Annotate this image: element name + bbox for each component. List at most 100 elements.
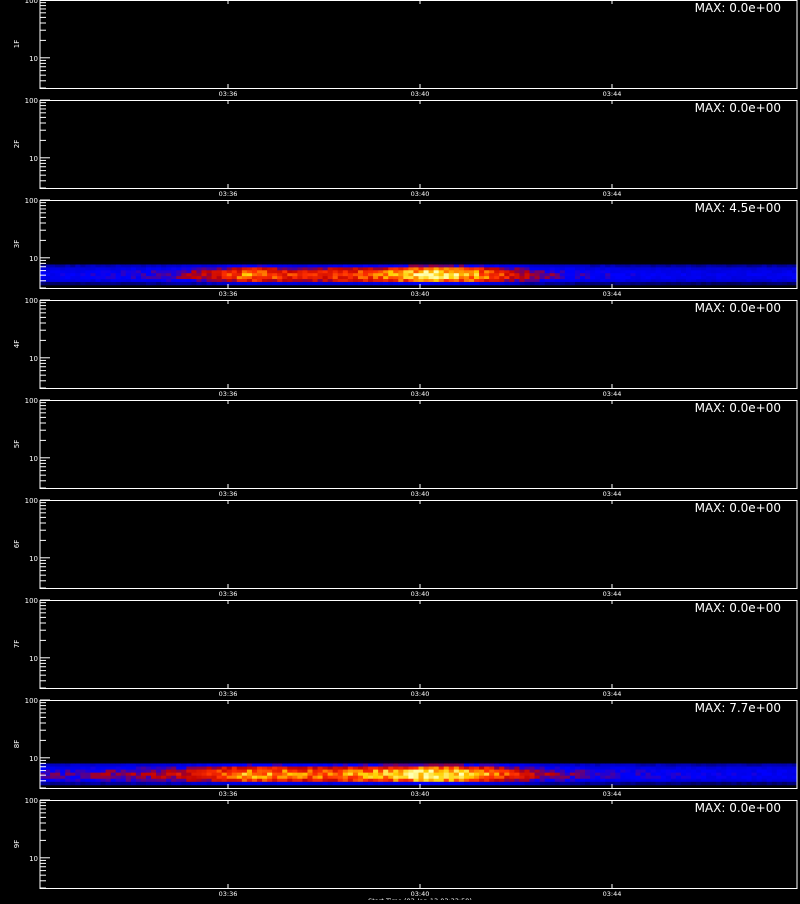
heat-cell bbox=[680, 264, 687, 268]
heat-cell bbox=[645, 261, 652, 265]
heat-cell bbox=[55, 261, 61, 265]
heat-cell bbox=[711, 281, 717, 286]
heat-cell bbox=[504, 279, 510, 283]
heat-cell bbox=[262, 766, 268, 770]
heat-cell bbox=[529, 781, 535, 786]
heat-cell bbox=[771, 778, 778, 783]
heat-cell bbox=[539, 766, 546, 770]
heat-cell bbox=[468, 766, 475, 770]
heat-cell bbox=[645, 781, 652, 786]
heat-cell bbox=[368, 281, 374, 286]
heat-cell bbox=[413, 276, 419, 280]
heat-cell bbox=[327, 281, 334, 286]
heat-cell bbox=[85, 261, 91, 265]
heat-cell bbox=[635, 279, 641, 283]
heat-cell bbox=[403, 781, 409, 786]
heat-cell bbox=[75, 769, 81, 774]
heat-cell bbox=[524, 781, 530, 786]
heat-cell bbox=[171, 267, 177, 271]
heat-cell bbox=[479, 276, 485, 280]
heat-cell bbox=[85, 270, 91, 274]
heat-cell bbox=[236, 270, 243, 274]
heat-cell bbox=[312, 772, 318, 777]
heat-cell bbox=[645, 775, 652, 780]
heat-cell bbox=[761, 276, 768, 280]
heat-cell bbox=[393, 760, 399, 764]
heat-cell bbox=[691, 781, 697, 786]
heat-cell bbox=[680, 775, 687, 780]
heat-cell bbox=[443, 279, 450, 283]
heat-cell bbox=[605, 778, 611, 783]
heat-cell bbox=[297, 273, 303, 277]
heat-cell bbox=[130, 281, 137, 286]
heat-cell bbox=[519, 769, 525, 774]
heat-cell bbox=[332, 772, 339, 777]
heat-cell bbox=[574, 775, 581, 780]
heat-cell bbox=[317, 281, 324, 286]
heat-cell bbox=[610, 279, 616, 283]
heat-cell bbox=[564, 775, 571, 780]
heat-cell bbox=[438, 766, 445, 770]
heat-cell bbox=[650, 775, 657, 780]
heat-cell bbox=[650, 781, 657, 786]
heat-cell bbox=[579, 781, 586, 786]
heat-cell bbox=[231, 760, 238, 764]
heat-cell bbox=[458, 760, 465, 764]
heat-cell bbox=[433, 270, 440, 274]
heat-cell bbox=[246, 267, 253, 271]
heat-cell bbox=[352, 281, 359, 286]
heat-cell bbox=[206, 273, 212, 277]
heat-cell bbox=[655, 778, 662, 783]
heat-cell bbox=[640, 279, 646, 283]
heat-cell bbox=[191, 775, 197, 780]
heat-cell bbox=[186, 763, 192, 767]
heat-cell bbox=[50, 273, 56, 277]
heat-cell bbox=[539, 769, 546, 774]
heat-cell bbox=[539, 273, 546, 277]
heat-cell bbox=[327, 766, 334, 770]
heat-cell bbox=[726, 270, 732, 274]
heat-cell bbox=[418, 763, 424, 767]
heat-cell bbox=[494, 279, 500, 283]
heat-cell bbox=[65, 276, 71, 280]
heat-cell bbox=[161, 276, 167, 280]
heat-cell bbox=[463, 261, 470, 265]
heat-cell bbox=[65, 766, 71, 770]
heat-cell bbox=[357, 778, 364, 783]
heat-cell bbox=[786, 261, 793, 265]
heat-cell bbox=[191, 760, 197, 764]
heat-cell bbox=[771, 276, 778, 280]
heat-cell bbox=[383, 281, 389, 286]
heat-cell bbox=[665, 264, 672, 268]
heat-cell bbox=[665, 763, 672, 767]
heat-cell bbox=[403, 778, 409, 783]
heat-cell bbox=[640, 270, 646, 274]
heat-cell bbox=[479, 261, 485, 265]
heat-cell bbox=[716, 781, 722, 786]
heat-cell bbox=[630, 766, 636, 770]
heat-cell bbox=[524, 778, 530, 783]
heat-cell bbox=[115, 276, 122, 280]
heat-cell bbox=[630, 261, 636, 265]
heat-cell bbox=[423, 264, 429, 268]
heat-cell bbox=[332, 279, 339, 283]
x-tick-label: 03:44 bbox=[603, 90, 622, 98]
heat-cell bbox=[696, 276, 702, 280]
heat-cell bbox=[458, 781, 465, 786]
heat-cell bbox=[45, 775, 51, 780]
heat-cell bbox=[519, 267, 525, 271]
heat-cell bbox=[569, 264, 576, 268]
heat-cell bbox=[257, 279, 263, 283]
heat-cell bbox=[241, 772, 248, 777]
heat-cell bbox=[90, 273, 96, 277]
heat-cell bbox=[741, 261, 747, 265]
heat-cell bbox=[216, 781, 223, 786]
heat-cell bbox=[433, 763, 440, 767]
heat-cell bbox=[241, 760, 248, 764]
heat-cell bbox=[403, 267, 409, 271]
heat-cell bbox=[746, 267, 752, 271]
heat-cell bbox=[145, 273, 152, 277]
heat-cell bbox=[408, 760, 414, 764]
heat-cell bbox=[322, 760, 329, 764]
y-tick-label: 10 bbox=[29, 55, 38, 63]
